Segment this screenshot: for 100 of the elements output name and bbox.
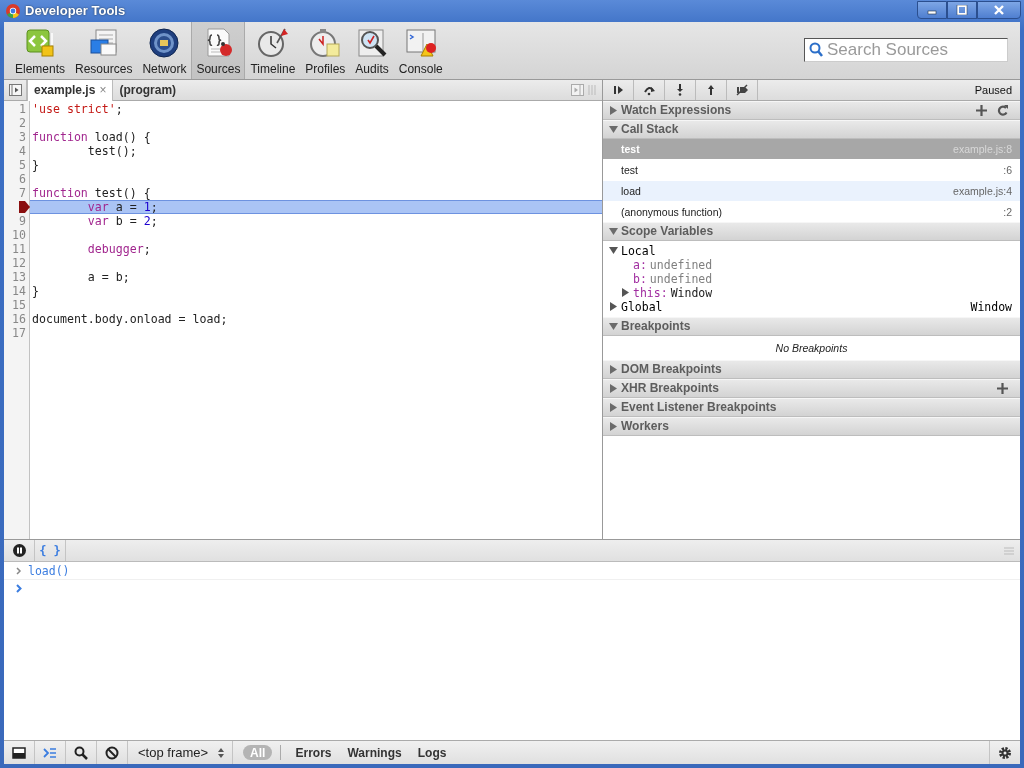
line-number: 13 xyxy=(12,269,26,284)
code-line: } xyxy=(31,283,40,298)
property-value: Window xyxy=(670,285,713,300)
add-icon[interactable] xyxy=(997,382,1008,394)
panel-tab[interactable]: Resources xyxy=(70,21,138,79)
line-number: 15 xyxy=(12,297,26,312)
search-icon xyxy=(74,745,88,760)
expanded-triangle-icon[interactable] xyxy=(609,226,618,236)
empty-message: No Breakpoints xyxy=(774,340,849,356)
call-frame[interactable]: load example.js:4 xyxy=(603,180,1020,202)
scope-name[interactable]: Global xyxy=(621,299,663,314)
updown-icon xyxy=(218,746,225,759)
line-number: 3 xyxy=(19,129,26,144)
expanded-triangle-icon[interactable] xyxy=(609,124,618,134)
filter-button[interactable]: Logs xyxy=(409,741,455,764)
filter-button[interactable]: Errors xyxy=(287,741,340,764)
line-number: 4 xyxy=(19,143,26,158)
slashed-marker-icon xyxy=(736,83,748,96)
code-line: var b = 2; xyxy=(86,213,159,228)
property-name: a: xyxy=(633,257,647,272)
panel-tab[interactable]: Network xyxy=(137,21,192,79)
code-line: a = b; xyxy=(86,269,131,284)
dock-icon xyxy=(12,745,26,760)
line-number: 5 xyxy=(19,157,26,172)
console-icon xyxy=(43,745,57,760)
code-line: function load() { xyxy=(31,129,152,144)
code-line: document.body.onload = load; xyxy=(31,311,229,326)
close-icon xyxy=(993,5,1005,15)
terminal-warning-icon xyxy=(404,26,437,59)
property-name: this: xyxy=(633,285,668,300)
app-icon xyxy=(6,4,20,18)
settings-icon xyxy=(998,745,1012,760)
resume-icon xyxy=(612,83,624,96)
call-frame[interactable]: test :6 xyxy=(603,159,1020,181)
panel-tab[interactable]: Elements xyxy=(10,21,71,79)
frame-select[interactable]: <top frame> xyxy=(128,741,234,764)
refresh-icon[interactable] xyxy=(997,104,1008,116)
search-icon xyxy=(809,42,823,58)
maximize-icon xyxy=(956,5,968,15)
close-button[interactable] xyxy=(977,1,1021,19)
section-header[interactable]: DOM Breakpoints xyxy=(603,359,1020,379)
collapsed-triangle-icon[interactable] xyxy=(609,302,618,312)
line-number: 9 xyxy=(19,213,26,228)
code-line: function test() { xyxy=(31,185,152,200)
code-line: debugger; xyxy=(86,241,152,256)
add-icon[interactable] xyxy=(976,104,987,116)
section-header[interactable]: Breakpoints xyxy=(603,316,1020,336)
maximize-button[interactable] xyxy=(947,1,977,19)
up-arrow-icon xyxy=(705,83,717,96)
panel-tab[interactable]: Profiles xyxy=(300,21,351,79)
debugger-status: Paused xyxy=(974,83,1013,96)
close-tab-button[interactable]: × xyxy=(99,83,107,98)
no-sign-icon xyxy=(105,745,119,760)
pause-icon xyxy=(12,544,26,558)
magnifier-icon xyxy=(356,26,389,59)
globe-icon xyxy=(148,26,181,59)
grip-icon xyxy=(588,83,596,96)
property-value: undefined xyxy=(649,257,713,272)
expanded-triangle-icon[interactable] xyxy=(609,321,618,331)
line-number: 17 xyxy=(12,325,26,340)
code-line: test(); xyxy=(86,143,138,158)
panel-tab[interactable]: Timeline xyxy=(245,21,301,79)
line-number: 12 xyxy=(12,255,26,270)
scope-name[interactable]: Local xyxy=(621,243,656,258)
panel-tab[interactable]: Sources xyxy=(191,21,246,79)
line-number: 1 xyxy=(19,101,26,116)
line-number: 6 xyxy=(19,171,26,186)
line-number: 7 xyxy=(19,185,26,200)
call-frame[interactable]: (anonymous function) :2 xyxy=(603,201,1020,222)
code-line: 'use strict'; xyxy=(31,101,124,116)
line-number: 10 xyxy=(12,227,26,242)
search-field[interactable]: Search Sources xyxy=(804,38,1008,63)
section-header[interactable]: Scope Variables xyxy=(603,221,1020,241)
collapsed-triangle-icon[interactable] xyxy=(609,402,618,412)
expanded-triangle-icon[interactable] xyxy=(609,246,618,256)
file-tab[interactable]: example.js × xyxy=(27,79,114,101)
filter-button[interactable]: Warnings xyxy=(339,741,410,764)
sidebar-toggle-icon[interactable] xyxy=(8,83,22,96)
collapsed-triangle-icon[interactable] xyxy=(621,288,630,298)
window-title: Developer Tools xyxy=(25,3,126,19)
line-number: 11 xyxy=(12,241,26,256)
scope-value: Window xyxy=(970,299,1012,314)
file-tab[interactable]: (program) xyxy=(113,79,184,100)
property-name: b: xyxy=(633,271,647,286)
debugger-toggle-icon[interactable] xyxy=(571,83,584,96)
code-brackets-icon xyxy=(24,26,56,59)
line-number: 16 xyxy=(12,311,26,326)
collapsed-triangle-icon[interactable] xyxy=(609,105,618,115)
collapsed-triangle-icon[interactable] xyxy=(609,421,618,431)
line-number: 2 xyxy=(19,115,26,130)
prompt-icon[interactable] xyxy=(16,584,22,594)
chevron-icon xyxy=(16,566,22,575)
panel-tab[interactable]: Console xyxy=(393,21,448,79)
collapsed-triangle-icon[interactable] xyxy=(609,364,618,374)
minimize-button[interactable] xyxy=(917,1,947,19)
line-number: 14 xyxy=(12,283,26,298)
panel-tab[interactable]: Audits xyxy=(350,21,394,79)
collapsed-triangle-icon[interactable] xyxy=(609,383,618,393)
property-value: undefined xyxy=(649,271,713,286)
stopwatch-icon xyxy=(309,26,342,59)
